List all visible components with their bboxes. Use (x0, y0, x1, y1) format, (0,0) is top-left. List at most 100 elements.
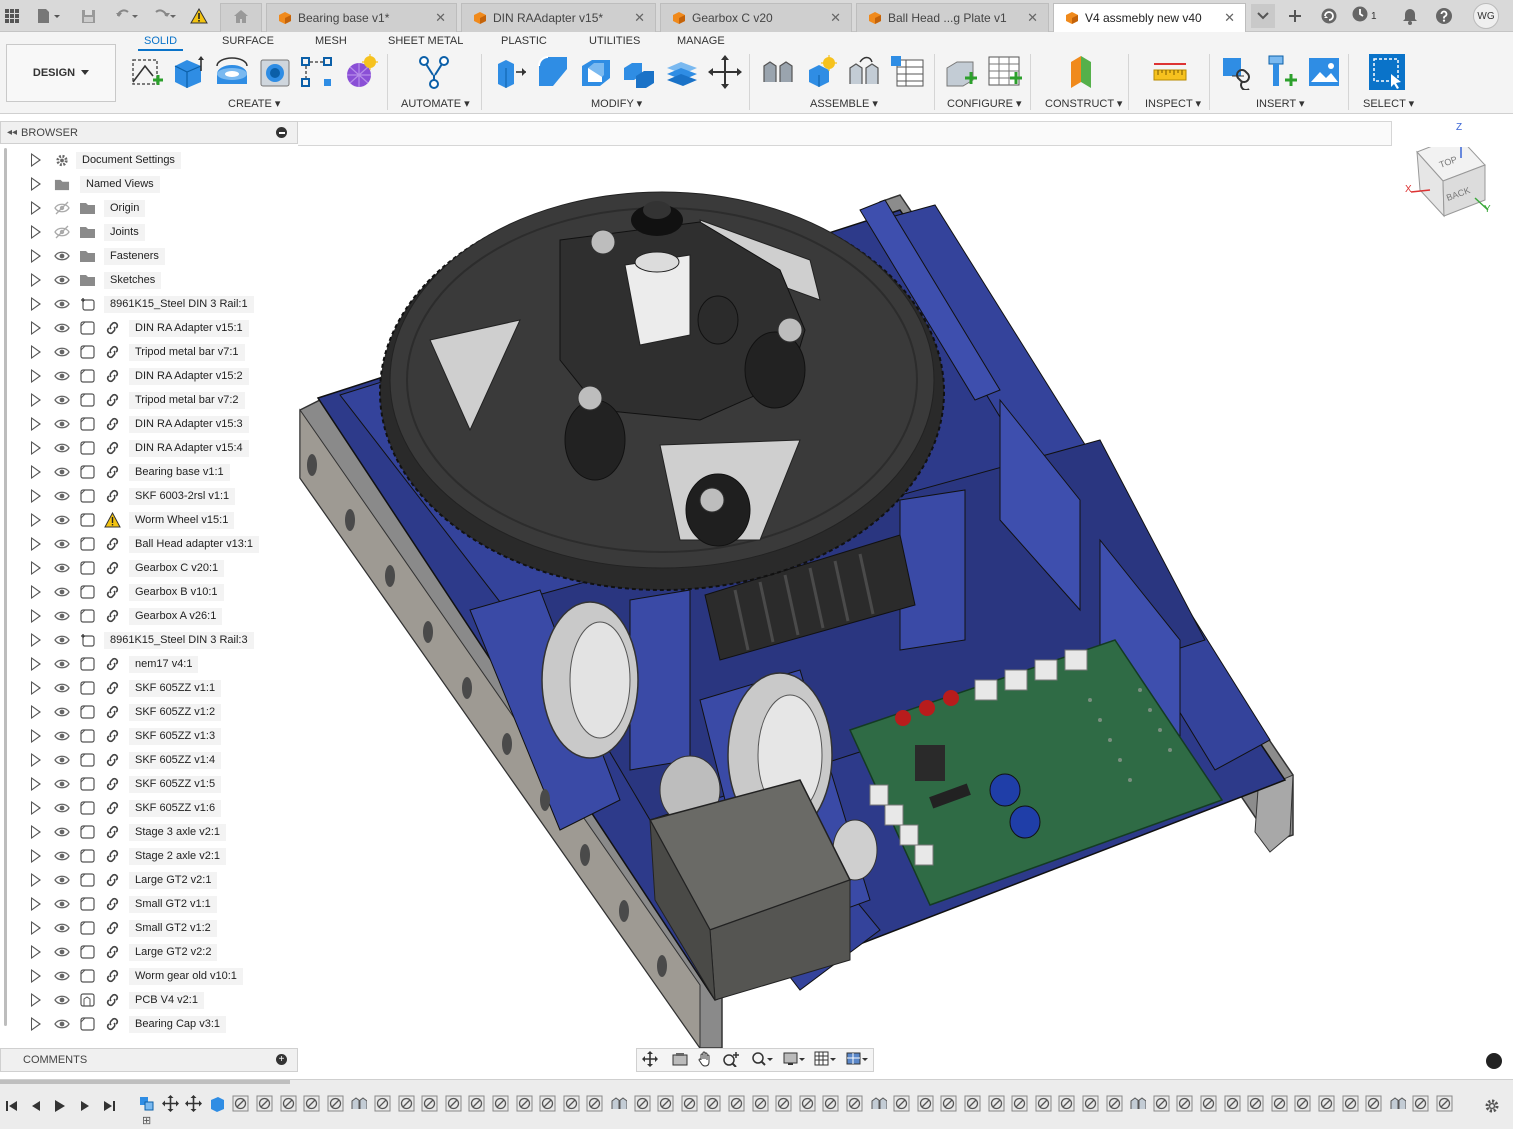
tab-surface[interactable]: SURFACE (222, 35, 274, 47)
shell-icon[interactable] (578, 54, 614, 90)
browser-collapse-button[interactable] (276, 127, 287, 138)
browser-tree-item[interactable]: SKF 605ZZ v1:4 (0, 748, 298, 772)
timeline-expand-icon[interactable]: ⊞ (142, 1114, 151, 1127)
browser-tree-item[interactable]: PCB V4 v2:1 (0, 988, 298, 1012)
zoom-window-icon[interactable] (751, 1051, 773, 1070)
select-window-icon[interactable] (1369, 54, 1405, 90)
redo-icon[interactable] (150, 5, 180, 27)
visibility-eye-icon[interactable] (54, 609, 70, 623)
file-menu-icon[interactable] (34, 5, 64, 27)
expand-triangle-icon[interactable] (31, 297, 41, 311)
visibility-eye-icon[interactable] (54, 969, 70, 983)
expand-triangle-icon[interactable] (31, 153, 41, 167)
timeline-rigid-joint-icon[interactable] (280, 1095, 297, 1112)
timeline-body-icon[interactable] (209, 1095, 226, 1112)
timeline-rigid-joint-icon[interactable] (1342, 1095, 1359, 1112)
insert-mcmaster-icon[interactable] (1263, 54, 1299, 90)
timeline-rigid-joint-icon[interactable] (988, 1095, 1005, 1112)
pattern-icon[interactable] (299, 54, 335, 90)
visibility-eye-icon[interactable] (54, 489, 70, 503)
visibility-eye-icon[interactable] (54, 849, 70, 863)
split-body-icon[interactable] (664, 54, 700, 90)
app-status-icon[interactable] (1486, 1053, 1502, 1069)
canvas-viewport[interactable]: TOP BACK X Y Z (298, 122, 1513, 1077)
browser-tree-item[interactable]: SKF 605ZZ v1:6 (0, 796, 298, 820)
look-at-icon[interactable] (672, 1052, 688, 1069)
job-status-button[interactable]: 1 (1351, 4, 1385, 28)
visibility-eye-icon[interactable] (54, 465, 70, 479)
close-icon[interactable]: ✕ (1027, 10, 1038, 26)
close-icon[interactable]: ✕ (435, 10, 446, 26)
expand-triangle-icon[interactable] (31, 825, 41, 839)
tab-bearing-base[interactable]: Bearing base v1* ✕ (266, 3, 457, 32)
timeline-rigid-joint-icon[interactable] (1176, 1095, 1193, 1112)
timeline-rigid-joint-icon[interactable] (1271, 1095, 1288, 1112)
tab-gearbox-c[interactable]: Gearbox C v20 ✕ (660, 3, 852, 32)
expand-triangle-icon[interactable] (31, 681, 41, 695)
move-copy-icon[interactable] (707, 54, 743, 90)
browser-tree-item[interactable]: SKF 605ZZ v1:1 (0, 676, 298, 700)
visibility-eye-icon[interactable] (54, 1017, 70, 1031)
visibility-eye-icon[interactable] (54, 729, 70, 743)
close-icon[interactable]: ✕ (634, 10, 645, 26)
expand-triangle-icon[interactable] (31, 489, 41, 503)
timeline-rigid-joint-icon[interactable] (1318, 1095, 1335, 1112)
group-automate[interactable]: AUTOMATE ▾ (401, 97, 470, 110)
timeline-rigid-joint-icon[interactable] (1200, 1095, 1217, 1112)
timeline-rigid-joint-icon[interactable] (893, 1095, 910, 1112)
comments-panel-header[interactable]: COMMENTS + (0, 1048, 298, 1072)
browser-tree-item[interactable]: Stage 3 axle v2:1 (0, 820, 298, 844)
timeline-rigid-joint-icon[interactable] (1412, 1095, 1429, 1112)
close-icon[interactable]: ✕ (1224, 10, 1235, 26)
browser-tree-item[interactable]: SKF 605ZZ v1:5 (0, 772, 298, 796)
expand-triangle-icon[interactable] (31, 609, 41, 623)
insert-derive-icon[interactable] (1220, 54, 1256, 90)
group-construct[interactable]: CONSTRUCT ▾ (1045, 97, 1122, 110)
expand-triangle-icon[interactable] (31, 225, 41, 239)
visibility-eye-icon[interactable] (54, 321, 70, 335)
browser-tree-item[interactable]: Gearbox B v10:1 (0, 580, 298, 604)
expand-triangle-icon[interactable] (31, 777, 41, 791)
expand-triangle-icon[interactable] (31, 249, 41, 263)
expand-triangle-icon[interactable] (31, 897, 41, 911)
timeline-joint-icon[interactable] (870, 1095, 888, 1112)
timeline-rigid-joint-icon[interactable] (1294, 1095, 1311, 1112)
expand-triangle-icon[interactable] (31, 441, 41, 455)
configuration-table-icon[interactable] (986, 54, 1022, 90)
timeline-rigid-joint-icon[interactable] (917, 1095, 934, 1112)
browser-tree-item[interactable]: Origin (0, 196, 298, 220)
visibility-eye-icon[interactable] (54, 657, 70, 671)
press-pull-icon[interactable] (492, 54, 528, 90)
new-component-icon[interactable] (760, 54, 796, 90)
expand-triangle-icon[interactable] (31, 753, 41, 767)
browser-tree-item[interactable]: Gearbox C v20:1 (0, 556, 298, 580)
tab-mesh[interactable]: MESH (315, 35, 347, 47)
timeline-rigid-joint-icon[interactable] (704, 1095, 721, 1112)
pan-hand-icon[interactable] (697, 1051, 713, 1070)
timeline-move-icon[interactable] (185, 1095, 203, 1112)
revolve-icon[interactable] (214, 54, 250, 90)
visibility-eye-icon[interactable] (54, 945, 70, 959)
extrude-icon[interactable] (171, 54, 207, 90)
visibility-eye-icon[interactable] (54, 681, 70, 695)
save-icon[interactable] (78, 5, 98, 27)
group-create[interactable]: CREATE ▾ (228, 97, 280, 110)
browser-tree-item[interactable]: Small GT2 v1:1 (0, 892, 298, 916)
tab-sheet-metal[interactable]: SHEET METAL (388, 35, 463, 47)
expand-triangle-icon[interactable] (31, 465, 41, 479)
collapse-browser-icon[interactable]: ◂◂ (7, 127, 17, 138)
browser-tree-item[interactable]: Small GT2 v1:2 (0, 916, 298, 940)
visibility-eye-icon[interactable] (54, 393, 70, 407)
timeline-rigid-joint-icon[interactable] (303, 1095, 320, 1112)
offset-plane-icon[interactable] (1063, 54, 1099, 90)
visibility-eye-icon[interactable] (54, 369, 70, 383)
browser-tree-item[interactable]: DIN RA Adapter v15:1 (0, 316, 298, 340)
close-icon[interactable]: ✕ (830, 10, 841, 26)
browser-tree-item[interactable]: Fasteners (0, 244, 298, 268)
expand-triangle-icon[interactable] (31, 657, 41, 671)
warning-icon[interactable] (189, 5, 209, 27)
expand-triangle-icon[interactable] (31, 321, 41, 335)
group-inspect[interactable]: INSPECT ▾ (1145, 97, 1201, 110)
expand-triangle-icon[interactable] (31, 705, 41, 719)
tab-manage[interactable]: MANAGE (677, 35, 725, 47)
